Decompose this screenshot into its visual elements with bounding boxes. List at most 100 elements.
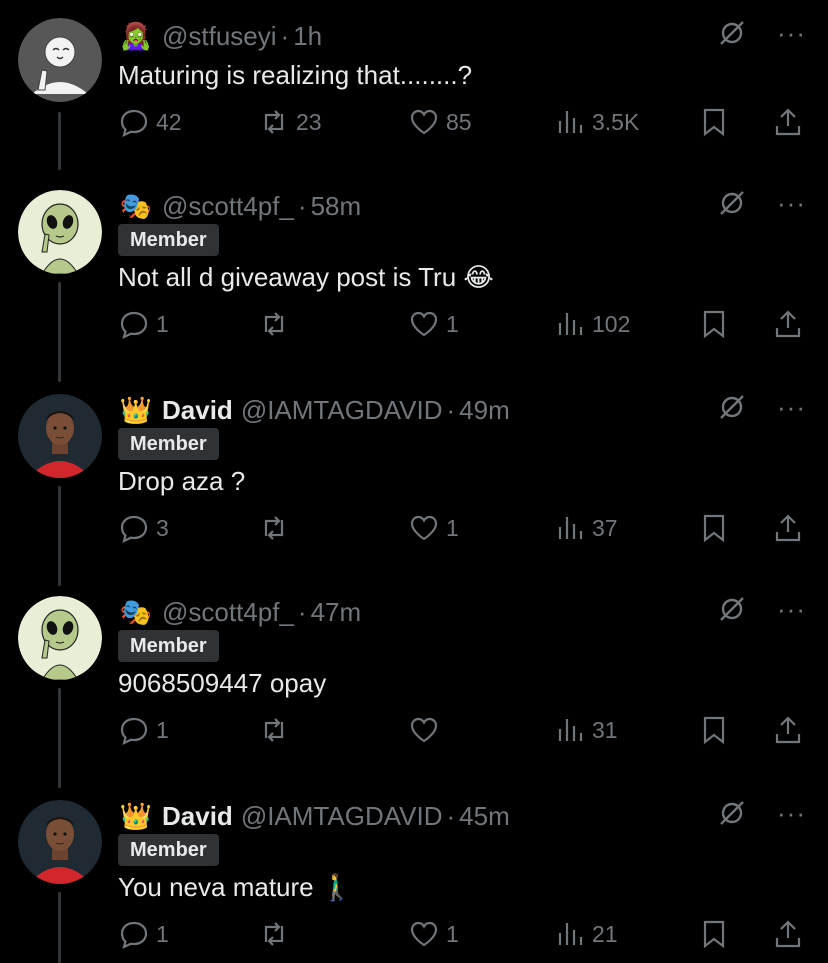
reply-icon	[120, 717, 148, 746]
reply-count: 1	[156, 310, 169, 337]
post-text: Not all d giveaway post is Tru 😂	[118, 262, 494, 292]
repost-button[interactable]: 23	[258, 106, 322, 138]
reply-icon	[120, 515, 148, 544]
grok-icon[interactable]	[717, 798, 747, 828]
like-count: 1	[446, 920, 459, 947]
avatar[interactable]	[18, 596, 102, 680]
repost-button[interactable]	[258, 512, 296, 544]
views-button[interactable]: 21	[554, 918, 618, 950]
share-icon	[775, 310, 801, 338]
like-count: 1	[446, 310, 459, 337]
separator-dot: ·	[446, 394, 456, 425]
grok-icon[interactable]	[717, 188, 747, 218]
more-options-icon[interactable]: ···	[777, 20, 806, 46]
views-button[interactable]: 3.5K	[554, 106, 639, 138]
post-time[interactable]: 45m	[459, 801, 510, 832]
avatar[interactable]	[18, 190, 102, 274]
post-time[interactable]: 1h	[293, 21, 322, 52]
more-options-icon[interactable]: ···	[777, 596, 806, 622]
view-count: 31	[592, 716, 618, 743]
like-button[interactable]: 1	[408, 918, 459, 950]
member-badge: Member	[118, 428, 219, 460]
views-icon	[558, 517, 583, 539]
repost-count: 23	[296, 108, 322, 135]
bookmark-button[interactable]	[698, 308, 730, 340]
author-handle[interactable]: @scott4pf_	[162, 597, 294, 628]
avatar[interactable]	[18, 18, 102, 102]
views-icon	[558, 313, 583, 335]
repost-button[interactable]	[258, 918, 296, 950]
like-button[interactable]: 1	[408, 512, 459, 544]
reply-button[interactable]: 42	[118, 106, 182, 138]
post-time[interactable]: 58m	[311, 191, 362, 222]
like-button[interactable]: 1	[408, 308, 459, 340]
member-badge: Member	[118, 834, 219, 866]
views-icon	[558, 923, 583, 945]
bookmark-icon	[703, 108, 725, 137]
separator-dot: ·	[280, 20, 290, 51]
avatar[interactable]	[18, 800, 102, 884]
repost-icon	[264, 922, 284, 946]
more-options-icon[interactable]: ···	[777, 800, 806, 826]
repost-icon	[264, 516, 284, 540]
grok-icon[interactable]	[717, 594, 747, 624]
repost-icon	[264, 312, 284, 336]
avatar[interactable]	[18, 394, 102, 478]
profile-emoji: 🎭	[119, 191, 153, 221]
author-handle[interactable]: @scott4pf_	[162, 191, 294, 222]
grok-icon[interactable]	[717, 392, 747, 422]
views-button[interactable]: 31	[554, 714, 618, 746]
share-button[interactable]	[772, 512, 804, 544]
bookmark-icon	[703, 310, 725, 339]
author-handle[interactable]: @stfuseyi	[162, 21, 277, 52]
post-time[interactable]: 49m	[459, 395, 510, 426]
bookmark-button[interactable]	[698, 918, 730, 950]
bookmark-icon	[703, 514, 725, 543]
view-count: 102	[592, 310, 631, 337]
bookmark-button[interactable]	[698, 714, 730, 746]
share-button[interactable]	[772, 918, 804, 950]
bookmark-button[interactable]	[698, 106, 730, 138]
views-button[interactable]: 37	[554, 512, 618, 544]
post-text: Maturing is realizing that........?	[118, 60, 473, 90]
repost-icon	[264, 110, 284, 134]
reply-button[interactable]: 1	[118, 714, 169, 746]
reply-button[interactable]: 3	[118, 512, 169, 544]
heart-icon	[410, 515, 438, 541]
view-count: 3.5K	[592, 108, 640, 135]
post-text: Drop aza ?	[118, 466, 246, 496]
reply-icon	[120, 311, 148, 340]
author-display-name[interactable]: David	[162, 801, 233, 832]
bookmark-button[interactable]	[698, 512, 730, 544]
like-count: 1	[446, 514, 459, 541]
share-button[interactable]	[772, 714, 804, 746]
repost-icon	[264, 718, 284, 742]
repost-button[interactable]	[258, 714, 296, 746]
author-handle[interactable]: @IAMTAGDAVID	[241, 395, 443, 426]
heart-icon	[410, 109, 438, 135]
grok-icon[interactable]	[717, 18, 747, 48]
more-options-icon[interactable]: ···	[777, 394, 806, 420]
reply-icon	[120, 109, 148, 138]
bookmark-icon	[703, 920, 725, 949]
share-button[interactable]	[772, 106, 804, 138]
like-button[interactable]: 85	[408, 106, 472, 138]
more-options-icon[interactable]: ···	[777, 190, 806, 216]
share-button[interactable]	[772, 308, 804, 340]
member-badge: Member	[118, 224, 219, 256]
separator-dot: ·	[297, 190, 307, 221]
heart-icon	[410, 717, 438, 743]
post-header: 🎭 @scott4pf_ · 58m	[118, 184, 361, 228]
view-count: 37	[592, 514, 618, 541]
author-handle[interactable]: @IAMTAGDAVID	[241, 801, 443, 832]
post-time[interactable]: 47m	[311, 597, 362, 628]
views-button[interactable]: 102	[554, 308, 630, 340]
reply-button[interactable]: 1	[118, 308, 169, 340]
separator-dot: ·	[297, 596, 307, 627]
like-button[interactable]	[408, 714, 446, 746]
post-text: You neva mature 🚶‍♂️	[118, 872, 354, 902]
author-display-name[interactable]: David	[162, 395, 233, 426]
reply-button[interactable]: 1	[118, 918, 169, 950]
repost-button[interactable]	[258, 308, 296, 340]
views-icon	[558, 719, 583, 741]
